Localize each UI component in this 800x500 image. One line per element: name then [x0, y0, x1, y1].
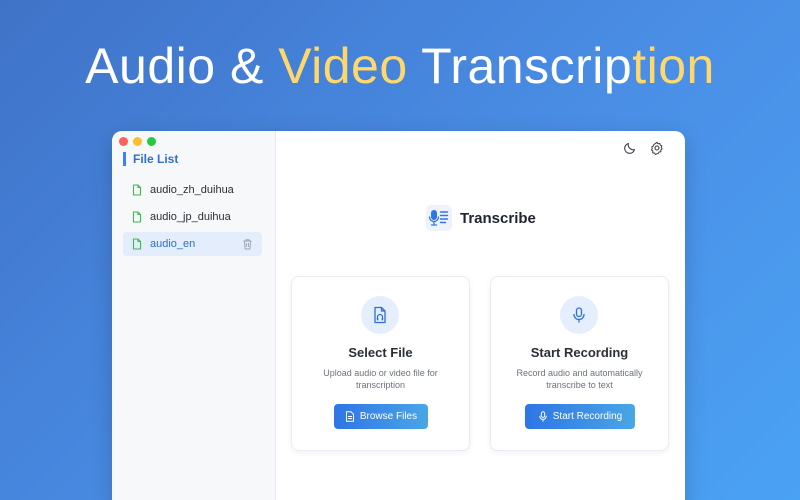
file-list-item[interactable]: audio_jp_duihua — [123, 205, 262, 229]
card-title: Select File — [348, 345, 413, 360]
sidebar-title: File List — [123, 152, 178, 166]
app-brand: Transcribe — [426, 205, 536, 231]
main-panel: Transcribe Select File Upload audio or v… — [276, 131, 685, 500]
audio-file-icon — [361, 296, 399, 334]
hero-title-highlight: Video — [278, 38, 408, 94]
file-name: audio_en — [150, 238, 196, 250]
zoom-window-button[interactable] — [147, 137, 156, 146]
file-icon — [131, 184, 143, 196]
file-name: audio_zh_duihua — [150, 184, 234, 196]
file-name: audio_jp_duihua — [150, 211, 231, 223]
minimize-window-button[interactable] — [133, 137, 142, 146]
mic-transcript-icon — [426, 205, 452, 231]
card-description: Record audio and automatically transcrib… — [516, 368, 643, 390]
browse-files-button[interactable]: Browse Files — [334, 404, 428, 429]
hero-title-part: Audio & — [85, 38, 279, 94]
button-label: Browse Files — [359, 411, 418, 422]
microphone-icon — [560, 296, 598, 334]
close-window-button[interactable] — [119, 137, 128, 146]
file-icon — [131, 211, 143, 223]
file-list: audio_zh_duihua audio_jp_duihua audio_en — [123, 178, 262, 259]
recording-card[interactable]: Start Recording Record audio and automat… — [490, 276, 669, 451]
document-icon — [345, 411, 355, 422]
file-list-item[interactable]: audio_zh_duihua — [123, 178, 262, 202]
gear-icon[interactable] — [650, 141, 664, 155]
card-title: Start Recording — [530, 345, 629, 360]
hero-title-part: Transcrip — [407, 38, 633, 94]
select-file-card[interactable]: Select File Upload audio or video file f… — [291, 276, 470, 451]
window-controls — [119, 137, 156, 146]
moon-icon[interactable] — [623, 141, 637, 155]
file-icon — [131, 238, 143, 250]
card-description: Upload audio or video file for transcrip… — [323, 368, 438, 390]
app-window: File List audio_zh_duihua audio_jp_duihu… — [112, 131, 685, 500]
hero-title-highlight: tion — [632, 38, 715, 94]
start-recording-button[interactable]: Start Recording — [525, 404, 635, 429]
trash-icon[interactable] — [242, 238, 253, 250]
sidebar: File List audio_zh_duihua audio_jp_duihu… — [112, 131, 276, 500]
hero-headline: Audio & Video Transcription — [0, 36, 800, 96]
app-name: Transcribe — [460, 209, 536, 227]
file-list-item-active[interactable]: audio_en — [123, 232, 262, 256]
microphone-icon — [538, 411, 548, 422]
button-label: Start Recording — [552, 411, 623, 422]
